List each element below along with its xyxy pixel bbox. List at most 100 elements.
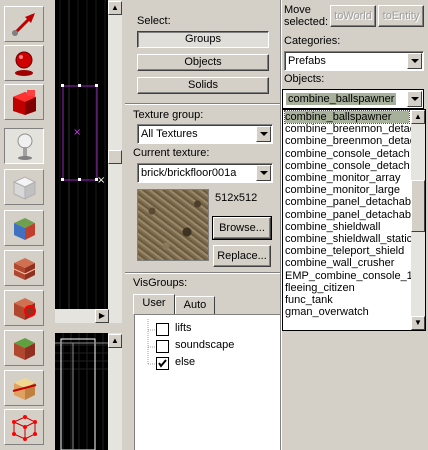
tree-lines	[147, 319, 155, 365]
select-groups-button[interactable]: Groups	[137, 31, 269, 48]
visgroup-checkbox-lifts[interactable]	[156, 323, 169, 336]
objects-list-item[interactable]: combine_shieldwall	[285, 221, 380, 233]
apply-texture-button[interactable]	[4, 250, 44, 286]
tab-user[interactable]: User	[133, 294, 175, 314]
objects-dropdown-list[interactable]: combine_ballspawner combine_breenmon_deta…	[282, 109, 426, 331]
categories-dropdown[interactable]: Prefabs	[284, 51, 424, 71]
texture-application-button[interactable]	[4, 210, 44, 246]
objects-list-item[interactable]: gman_overwatch	[285, 306, 369, 318]
decal-tool-icon	[14, 298, 36, 320]
objects-list-item[interactable]: combine_teleport_shield	[285, 245, 404, 257]
select-label: Select:	[137, 15, 171, 27]
select-objects-button[interactable]: Objects	[137, 54, 269, 71]
scrollbar-thumb[interactable]	[108, 150, 122, 164]
block-tool-button[interactable]	[4, 169, 44, 205]
overlay-tool-button[interactable]	[4, 330, 44, 366]
objects-value: combine_ballspawner	[286, 93, 397, 105]
chevron-down-icon[interactable]	[256, 165, 271, 181]
current-texture-dropdown[interactable]: brick/brickfloor001a	[137, 163, 273, 183]
clipping-tool-icon	[12, 378, 37, 400]
top-2d-viewport[interactable]: × ×	[55, 0, 108, 322]
apply-texture-icon	[13, 258, 36, 280]
objects-list-item[interactable]: func_tank	[285, 294, 333, 306]
visgroup-checkbox-else[interactable]	[156, 357, 169, 370]
scroll-up-button[interactable]: ▲	[108, 1, 122, 15]
move-label-line1: Move	[284, 4, 311, 16]
visgroups-label: VisGroups:	[133, 277, 188, 289]
entity-tool-button[interactable]	[4, 128, 44, 164]
texture-group-label: Texture group:	[133, 109, 204, 121]
block-tool-icon	[12, 176, 37, 200]
vertex-tool-icon	[12, 415, 37, 441]
visgroup-label-soundscape: soundscape	[175, 339, 235, 351]
to-world-button[interactable]: toWorld	[330, 5, 376, 27]
objects-dropdown[interactable]: combine_ballspawner	[282, 89, 424, 109]
objects-list-item[interactable]: combine_panel_detachab	[285, 196, 411, 208]
front-2d-viewport[interactable]	[55, 333, 108, 450]
viewport-grid-bottom	[55, 333, 108, 450]
separator	[125, 272, 280, 274]
objects-list-item[interactable]: combine_shieldwall_static	[285, 233, 412, 245]
viewport-hscrollbar[interactable]: ▶	[55, 309, 122, 323]
chevron-down-icon[interactable]	[256, 126, 271, 142]
texture-group-dropdown[interactable]: All Textures	[137, 124, 273, 144]
entity-tool-icon	[17, 133, 33, 160]
objects-list-item[interactable]: EMP_combine_console_1	[285, 270, 413, 282]
objects-list-item[interactable]: combine_monitor_array	[285, 172, 401, 184]
scroll-right-button[interactable]: ▶	[95, 309, 109, 323]
svg-text:×: ×	[73, 127, 81, 138]
tab-auto[interactable]: Auto	[175, 296, 215, 314]
vertex-tool-button[interactable]	[4, 409, 44, 445]
viewport-grid: × ×	[59, 0, 106, 322]
move-label-line2: selected:	[284, 16, 329, 28]
checkmark-icon	[158, 359, 167, 368]
selection-arrow-icon	[12, 13, 35, 36]
decal-tool-button[interactable]	[4, 290, 44, 326]
objects-list-item[interactable]: combine_panel_detachab	[285, 209, 411, 221]
texture-group-value: All Textures	[141, 128, 198, 140]
to-entity-button[interactable]: toEntity	[378, 5, 424, 27]
move-selected-label: Move selected:	[284, 4, 328, 28]
scroll-down-button[interactable]: ▼	[411, 316, 425, 330]
texture-size: 512x512	[215, 192, 258, 204]
visgroup-label-lifts: lifts	[175, 322, 192, 334]
viewport-splitter[interactable]	[55, 323, 122, 333]
categories-label: Categories:	[284, 35, 341, 47]
visgroup-checkbox-soundscape[interactable]	[156, 340, 169, 353]
objects-list-item[interactable]: fleeing_citizen	[285, 282, 355, 294]
current-texture-value: brick/brickfloor001a	[141, 167, 237, 179]
replace-button[interactable]: Replace...	[213, 245, 271, 267]
objects-list-item[interactable]: combine_console_detach	[285, 148, 410, 160]
objects-list-scrollbar[interactable]: ▲ ▼	[411, 110, 425, 330]
viewport-bottom-scrollbar[interactable]: ▲	[108, 333, 122, 450]
clipping-tool-button[interactable]	[4, 370, 44, 406]
objects-list-item[interactable]: combine_console_detach	[285, 160, 410, 172]
objects-list-item[interactable]: combine_monitor_large	[285, 184, 400, 196]
objects-list-item[interactable]: combine_breenmon_detac	[285, 135, 415, 147]
chevron-down-icon[interactable]	[407, 91, 422, 107]
separator	[125, 103, 280, 105]
scrollbar-thumb[interactable]	[411, 180, 425, 232]
visgroup-label-else: else	[175, 356, 196, 368]
categories-value: Prefabs	[288, 55, 326, 67]
selection-tool-button[interactable]	[4, 6, 44, 42]
tool-palette	[0, 0, 52, 450]
scroll-up-button[interactable]: ▲	[411, 110, 425, 124]
objects-list-item[interactable]: combine_ballspawner	[284, 110, 410, 124]
objects-list-item[interactable]: combine_breenmon_detac	[285, 123, 415, 135]
magnify-icon	[15, 51, 33, 76]
scroll-up-button-bottom[interactable]: ▲	[108, 334, 122, 348]
camera-cube-icon	[13, 90, 36, 115]
viewport-scrollbar[interactable]: ▲	[108, 0, 122, 322]
texture-application-icon	[14, 218, 35, 240]
camera-tool-button[interactable]	[4, 84, 44, 120]
browse-button[interactable]: Browse...	[212, 216, 272, 240]
visgroups-tree[interactable]: lifts soundscape else	[134, 314, 280, 450]
current-texture-label: Current texture:	[133, 147, 210, 159]
select-solids-button[interactable]: Solids	[137, 77, 269, 94]
texture-preview	[137, 189, 209, 261]
objects-list-item[interactable]: combine_wall_crusher	[285, 257, 394, 269]
objects-label: Objects:	[284, 73, 325, 85]
chevron-down-icon[interactable]	[407, 53, 422, 69]
magnify-tool-button[interactable]	[4, 45, 44, 81]
